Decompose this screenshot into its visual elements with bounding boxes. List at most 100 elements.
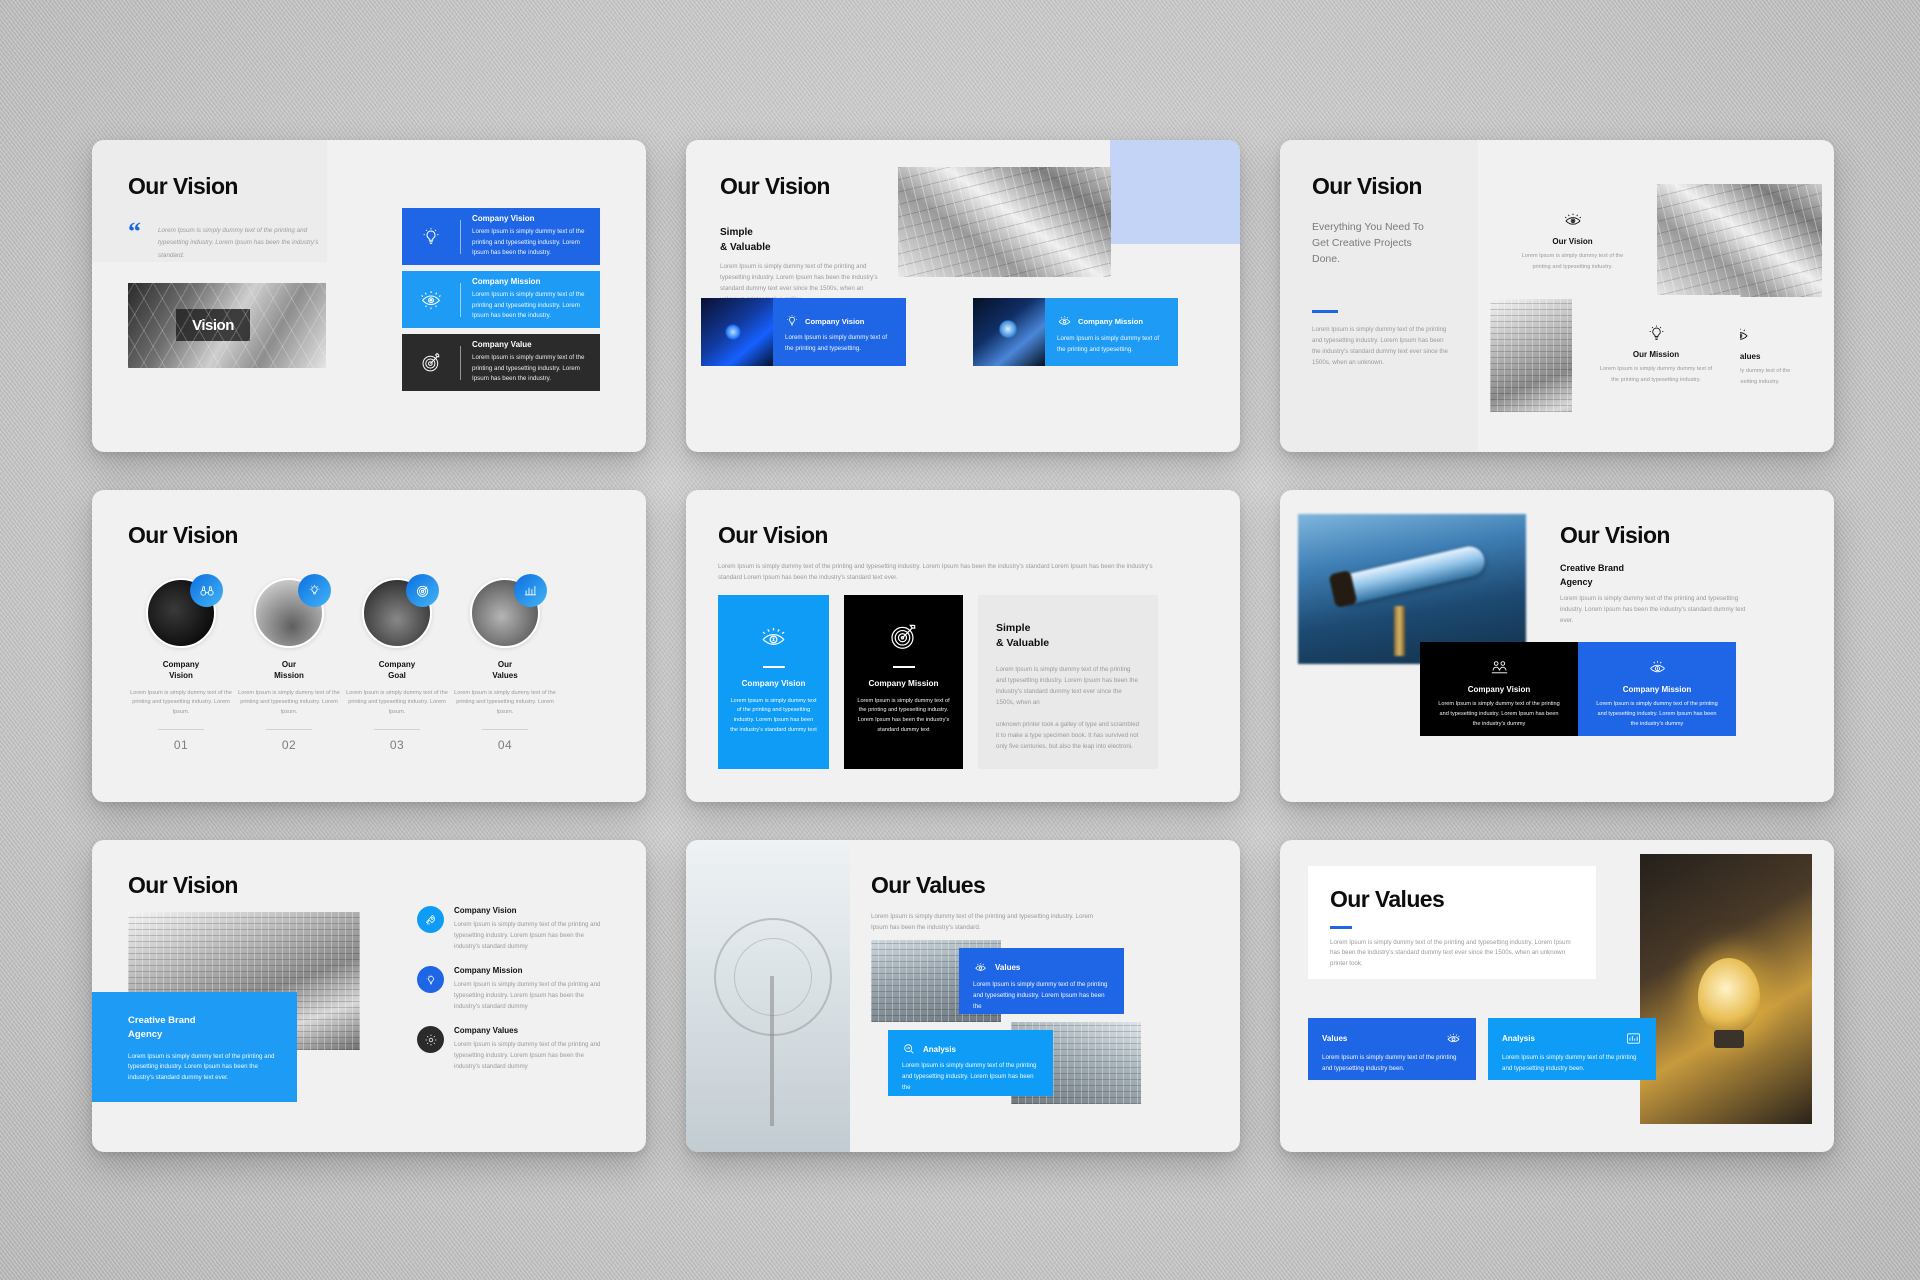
panel-body: Lorem Ipsum is simply dummy text of the …: [857, 697, 950, 733]
eye-icon: [402, 288, 460, 312]
badge-line-1: Creative Brand: [128, 1015, 196, 1026]
page-title: Our Vision: [720, 173, 830, 199]
decor-block: [1110, 140, 1240, 244]
panel-company-vision[interactable]: Company Vision Lorem Ipsum is simply dum…: [718, 595, 829, 769]
slide-4[interactable]: Our Vision Company Vision Lorem Ipsum is…: [92, 490, 646, 802]
target-icon: [888, 621, 919, 652]
vision-photo-word: Vision: [176, 309, 250, 341]
item-number: 01: [173, 737, 189, 752]
slide-2[interactable]: Our Vision Simple & Valuable Lorem Ipsum…: [686, 140, 1240, 452]
page-title: Our Values: [871, 872, 986, 898]
vision-item-2[interactable]: Our Mission Lorem Ipsum is simply dummy …: [235, 574, 343, 752]
slide-1[interactable]: Our Vision “ Lorem Ipsum is simply dummy…: [92, 140, 646, 452]
card-body: Lorem Ipsum is simply dummy text of the …: [902, 1062, 1037, 1091]
tile-title: Our Vision: [1552, 237, 1593, 247]
tile-photo-buildings: [1657, 184, 1822, 297]
panel-title: Company Mission: [868, 678, 939, 688]
list-item-company-mission[interactable]: Company Mission Lorem Ipsum is simply du…: [417, 966, 607, 1013]
card-body: Lorem Ipsum is simply dummy text of the …: [1438, 701, 1560, 727]
panel-body-b: unknown printer took a galley of type an…: [996, 720, 1140, 750]
badge-creative-brand[interactable]: Creative Brand Agency Lorem Ipsum is sim…: [92, 992, 297, 1102]
list-item-company-values[interactable]: Company Values Lorem Ipsum is simply dum…: [417, 1026, 607, 1073]
item-label-line2: Vision: [169, 670, 193, 680]
body-paragraph: Lorem Ipsum is simply dummy text of the …: [718, 563, 1153, 581]
page-title: Our Vision: [718, 522, 828, 548]
slide-6[interactable]: Our Vision Creative Brand Agency Lorem I…: [1280, 490, 1834, 802]
tile-our-vision[interactable]: Our Vision Lorem Ipsum is simply dummy t…: [1490, 184, 1655, 297]
list-item-body: Lorem Ipsum is simply dummy text of the …: [454, 1041, 601, 1070]
panel-simple-valuable[interactable]: Simple & Valuable Lorem Ipsum is simply …: [978, 595, 1158, 769]
slide-3[interactable]: Our Vision Everything You Need To Get Cr…: [1280, 140, 1834, 452]
eye-money-icon: [758, 621, 789, 652]
card-values[interactable]: Values Lorem Ipsum is simply dummy text …: [1308, 1018, 1476, 1080]
subtitle-line-2: & Valuable: [720, 241, 771, 253]
card-company-vision[interactable]: Company Vision Lorem Ipsum is simply dum…: [701, 298, 906, 366]
divider: [482, 728, 528, 730]
card-company-vision[interactable]: Company Vision Lorem Ipsum is simply dum…: [402, 208, 600, 265]
panel-heading-line2: & Valuable: [996, 637, 1050, 650]
ferris-wheel-photo: [686, 840, 850, 1152]
tile-body: Lorem Ipsum is simply dummy text of the …: [1521, 253, 1624, 270]
page-title: Our Vision: [128, 522, 238, 548]
card-photo: [973, 298, 1045, 366]
badge-body: Lorem Ipsum is simply dummy text of the …: [128, 1052, 275, 1082]
card-title: Analysis: [1502, 1034, 1535, 1043]
card-body: Lorem Ipsum is simply dummy text of the …: [1596, 701, 1718, 727]
binocular-icon: [190, 574, 223, 607]
body-paragraph: Lorem Ipsum is simply dummy text of the …: [1330, 938, 1571, 968]
card-company-mission[interactable]: Company Mission Lorem Ipsum is simply du…: [1578, 642, 1736, 736]
divider: [158, 728, 204, 730]
card-company-mission[interactable]: Company Mission Lorem Ipsum is simply du…: [402, 271, 600, 328]
list-item-company-vision[interactable]: Company Vision Lorem Ipsum is simply dum…: [417, 906, 607, 953]
slide-8[interactable]: Our Values Lorem Ipsum is simply dummy t…: [686, 840, 1240, 1152]
panel-body-a: Lorem Ipsum is simply dummy text of the …: [996, 666, 1138, 706]
item-number: 04: [497, 737, 513, 752]
vision-item-4[interactable]: Our Values Lorem Ipsum is simply dummy t…: [451, 574, 559, 752]
item-label-line1: Company: [378, 660, 416, 669]
card-body: Lorem Ipsum is simply dummy text of the …: [1057, 335, 1160, 353]
card-analysis[interactable]: Analysis Lorem Ipsum is simply dummy tex…: [888, 1030, 1053, 1096]
gear-icon: [417, 1026, 444, 1053]
slide-9[interactable]: Our Values Lorem Ipsum is simply dummy t…: [1280, 840, 1834, 1152]
card-company-vision[interactable]: Company Vision Lorem Ipsum is simply dum…: [1420, 642, 1578, 736]
card-title: Company Vision: [472, 213, 535, 223]
vision-item-1[interactable]: Company Vision Lorem Ipsum is simply dum…: [127, 574, 235, 752]
card-title: Values: [995, 963, 1021, 972]
body-paragraph: Lorem Ipsum is simply dummy text of the …: [871, 913, 1094, 931]
panel-company-mission[interactable]: Company Mission Lorem Ipsum is simply du…: [844, 595, 963, 769]
subtitle: Simple & Valuable: [720, 226, 771, 255]
page-title: Our Vision: [1560, 522, 1670, 548]
body-paragraph: Lorem Ipsum is simply dummy text of the …: [1312, 326, 1448, 366]
card-company-value[interactable]: Company Value Lorem Ipsum is simply dumm…: [402, 334, 600, 391]
buildings-photo: [898, 167, 1111, 277]
bulb-icon: [1646, 323, 1667, 344]
list-item-title: Company Mission: [454, 966, 523, 975]
tile-title: Our Mission: [1632, 350, 1680, 360]
card-body: Lorem Ipsum is simply dummy text of the …: [472, 227, 585, 257]
card-title: Company Vision: [805, 316, 865, 326]
accent-rule: [1330, 926, 1352, 929]
body-paragraph: Lorem Ipsum is simply dummy text of the …: [1560, 595, 1746, 624]
item-body: Lorem Ipsum is simply dummy text of the …: [238, 689, 340, 716]
card-values[interactable]: Values Lorem Ipsum is simply dummy text …: [959, 948, 1124, 1014]
slide-7[interactable]: Our Vision Creative Brand Agency Lorem I…: [92, 840, 646, 1152]
card-analysis[interactable]: Analysis Lorem Ipsum is simply dummy tex…: [1488, 1018, 1656, 1080]
card-title: Company Vision: [1467, 685, 1531, 694]
list-item-body: Lorem Ipsum is simply dummy text of the …: [454, 921, 601, 950]
slide-5[interactable]: Our Vision Lorem Ipsum is simply dummy t…: [686, 490, 1240, 802]
vision-item-3[interactable]: Company Goal Lorem Ipsum is simply dummy…: [343, 574, 451, 752]
card-body: Lorem Ipsum is simply dummy text of the …: [785, 334, 888, 352]
item-label-line1: Company: [162, 660, 200, 669]
tile-our-mission[interactable]: Our Mission Lorem Ipsum is simply dummy …: [1572, 295, 1740, 413]
card-title: Company Mission: [472, 276, 541, 286]
bulb-icon: [417, 966, 444, 993]
card-title: Values: [1322, 1034, 1348, 1043]
panel-heading-line1: Simple: [996, 622, 1031, 634]
page-title: Our Values: [1330, 886, 1445, 912]
panel-rule: [892, 666, 915, 668]
card-company-mission[interactable]: Company Mission Lorem Ipsum is simply du…: [973, 298, 1178, 366]
card-body: Lorem Ipsum is simply dummy text of the …: [1322, 1054, 1457, 1072]
target-icon: [402, 352, 460, 374]
card-title: Company Mission: [1622, 685, 1692, 694]
item-number: 02: [281, 737, 297, 752]
